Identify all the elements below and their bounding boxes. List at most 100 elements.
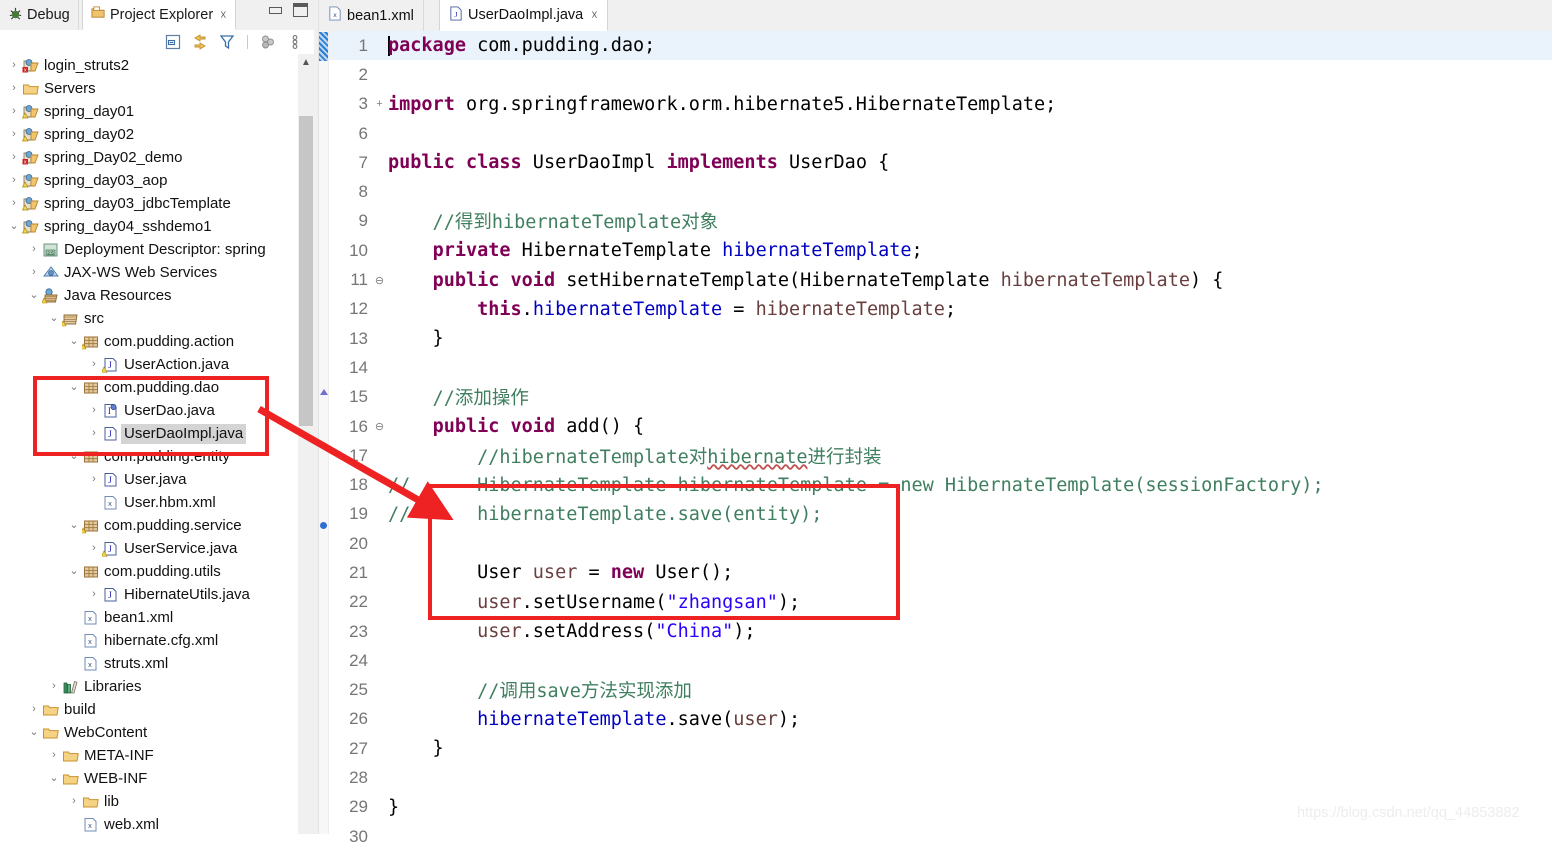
code-line[interactable]: 24: [329, 646, 1552, 675]
chevron-down-icon[interactable]: ⌄: [46, 773, 62, 784]
chevron-right-icon[interactable]: ›: [6, 175, 22, 186]
editor-tab-userdaoimpl-java[interactable]: J UserDaoImpl.java ☓: [439, 0, 608, 31]
code-line[interactable]: 30: [329, 822, 1552, 851]
code-line[interactable]: 7 public class UserDaoImpl implements Use…: [329, 148, 1552, 177]
tree-item-spring-day03-aop[interactable]: › spring_day03_aop: [0, 169, 298, 192]
view-menu-icon[interactable]: [286, 33, 304, 51]
code-line[interactable]: 13 }: [329, 324, 1552, 353]
chevron-down-icon[interactable]: ⌄: [66, 520, 82, 531]
tree-item-userdao-java[interactable]: › I UserDao.java: [0, 399, 298, 422]
code-line[interactable]: 14: [329, 353, 1552, 382]
tree-item-hibernate-cfg-xml[interactable]: x hibernate.cfg.xml: [0, 629, 298, 652]
link-with-editor-icon[interactable]: [191, 33, 209, 51]
source-code-viewer[interactable]: 1 package com.pudding.dao; 2 3 + import org.s…: [329, 31, 1552, 846]
code-line[interactable]: 17 //hibernateTemplate对hibernate进行封装: [329, 441, 1552, 470]
tree-item-java-resources[interactable]: ⌄ Java Resources: [0, 284, 298, 307]
code-line[interactable]: 6: [329, 119, 1552, 148]
bookmark-marker-icon[interactable]: [320, 522, 327, 529]
fold-toggle-icon[interactable]: ⊖: [373, 274, 386, 287]
chevron-right-icon[interactable]: ›: [86, 543, 102, 554]
chevron-right-icon[interactable]: ›: [86, 474, 102, 485]
tree-item-web-xml[interactable]: x web.xml: [0, 813, 298, 834]
tree-item-spring-day01[interactable]: › spring_day01: [0, 100, 298, 123]
project-tree[interactable]: › x login_struts2 › Servers › spring_day01 › spr…: [0, 54, 298, 834]
chevron-down-icon[interactable]: ⌄: [66, 336, 82, 347]
chevron-right-icon[interactable]: ›: [86, 428, 102, 439]
tree-item-spring-day04-sshdemo1[interactable]: ⌄ spring_day04_sshdemo1: [0, 215, 298, 238]
code-line[interactable]: 27 }: [329, 734, 1552, 763]
view-tab-debug[interactable]: Debug: [0, 0, 79, 30]
chevron-right-icon[interactable]: ›: [6, 106, 22, 117]
code-line[interactable]: 2: [329, 60, 1552, 89]
editor-marker-bar[interactable]: [319, 31, 329, 834]
chevron-down-icon[interactable]: ⌄: [66, 566, 82, 577]
chevron-right-icon[interactable]: ›: [86, 359, 102, 370]
tree-item-userdaoimpl-java[interactable]: › J UserDaoImpl.java: [0, 422, 298, 445]
fold-toggle-icon[interactable]: ⊖: [373, 420, 386, 433]
code-line[interactable]: 15 //添加操作: [329, 383, 1552, 412]
tree-item-jax-ws-web-services[interactable]: › JAX-WS Web Services: [0, 261, 298, 284]
code-line[interactable]: 25 //调用save方法实现添加: [329, 676, 1552, 705]
code-line[interactable]: 11 ⊖ public void setHibernateTemplate(Hib…: [329, 265, 1552, 294]
code-line[interactable]: 8: [329, 177, 1552, 206]
chevron-right-icon[interactable]: ›: [26, 704, 42, 715]
chevron-down-icon[interactable]: ⌄: [26, 727, 42, 738]
tree-item-com-pudding-action[interactable]: ⌄ com.pudding.action: [0, 330, 298, 353]
tree-item-login-struts2[interactable]: › x login_struts2: [0, 54, 298, 77]
tree-item-bean1-xml[interactable]: x bean1.xml: [0, 606, 298, 629]
tree-item-spring-day02-demo[interactable]: › x spring_Day02_demo: [0, 146, 298, 169]
chevron-right-icon[interactable]: ›: [86, 405, 102, 416]
fold-toggle-icon[interactable]: +: [373, 98, 386, 110]
scroll-up-icon[interactable]: ▲: [298, 54, 314, 71]
chevron-down-icon[interactable]: ⌄: [26, 290, 42, 301]
tree-item-user-hbm-xml[interactable]: x User.hbm.xml: [0, 491, 298, 514]
chevron-down-icon[interactable]: ⌄: [66, 382, 82, 393]
chevron-right-icon[interactable]: ›: [86, 589, 102, 600]
chevron-right-icon[interactable]: ›: [26, 267, 42, 278]
code-line[interactable]: 21 User user = new User();: [329, 558, 1552, 587]
tree-item-useraction-java[interactable]: › J UserAction.java: [0, 353, 298, 376]
minimize-button[interactable]: [269, 6, 282, 14]
code-line[interactable]: 26 hibernateTemplate.save(user);: [329, 705, 1552, 734]
tree-item-build[interactable]: › build: [0, 698, 298, 721]
chevron-down-icon[interactable]: ⌄: [66, 451, 82, 462]
tree-item-hibernateutils-java[interactable]: › J HibernateUtils.java: [0, 583, 298, 606]
maximize-button[interactable]: [293, 3, 308, 17]
code-line[interactable]: 18 // HibernateTemplate hibernateTemplate…: [329, 470, 1552, 499]
code-line[interactable]: 1 package com.pudding.dao;: [329, 31, 1552, 61]
tree-vertical-scrollbar[interactable]: ▲: [298, 54, 314, 834]
chevron-right-icon[interactable]: ›: [6, 152, 22, 163]
filter-icon[interactable]: [218, 33, 236, 51]
view-tab-project-explorer[interactable]: Project Explorer ☓: [82, 0, 236, 30]
tree-item-com-pudding-dao[interactable]: ⌄ com.pudding.dao: [0, 376, 298, 399]
code-line[interactable]: 3 + import org.springframework.orm.hiberna…: [329, 90, 1552, 119]
editor-tab-bean1-xml[interactable]: x bean1.xml: [319, 0, 424, 31]
code-line[interactable]: 12 this.hibernateTemplate = hibernateTem…: [329, 295, 1552, 324]
code-line[interactable]: 19 // hibernateTemplate.save(entity);: [329, 500, 1552, 529]
chevron-right-icon[interactable]: ›: [46, 681, 62, 692]
close-icon[interactable]: ☓: [591, 8, 597, 22]
close-icon[interactable]: ☓: [220, 8, 226, 22]
tree-item-userservice-java[interactable]: › J UserService.java: [0, 537, 298, 560]
tree-item-com-pudding-service[interactable]: ⌄ com.pudding.service: [0, 514, 298, 537]
tree-item-webcontent[interactable]: ⌄ WebContent: [0, 721, 298, 744]
code-line[interactable]: 22 user.setUsername("zhangsan");: [329, 588, 1552, 617]
tree-item-com-pudding-entity[interactable]: ⌄ com.pudding.entity: [0, 445, 298, 468]
tree-item-spring-day02[interactable]: › spring_day02: [0, 123, 298, 146]
warning-marker-icon[interactable]: [320, 389, 328, 395]
tree-item-deployment-descriptor-spring[interactable]: › 2.5 Deployment Descriptor: spring: [0, 238, 298, 261]
tree-item-servers[interactable]: › Servers: [0, 77, 298, 100]
tree-item-com-pudding-utils[interactable]: ⌄ com.pudding.utils: [0, 560, 298, 583]
code-line[interactable]: 16 ⊖ public void add() {: [329, 412, 1552, 441]
tree-item-web-inf[interactable]: ⌄ WEB-INF: [0, 767, 298, 790]
chevron-down-icon[interactable]: ⌄: [6, 221, 22, 232]
chevron-right-icon[interactable]: ›: [6, 198, 22, 209]
chevron-right-icon[interactable]: ›: [26, 244, 42, 255]
focus-icon[interactable]: [259, 33, 277, 51]
scrollbar-thumb[interactable]: [299, 116, 313, 426]
chevron-right-icon[interactable]: ›: [66, 796, 82, 807]
chevron-right-icon[interactable]: ›: [6, 60, 22, 71]
tree-item-meta-inf[interactable]: › META-INF: [0, 744, 298, 767]
tree-item-libraries[interactable]: › Libraries: [0, 675, 298, 698]
code-line[interactable]: 10 private HibernateTemplate hibernateTe…: [329, 236, 1552, 265]
